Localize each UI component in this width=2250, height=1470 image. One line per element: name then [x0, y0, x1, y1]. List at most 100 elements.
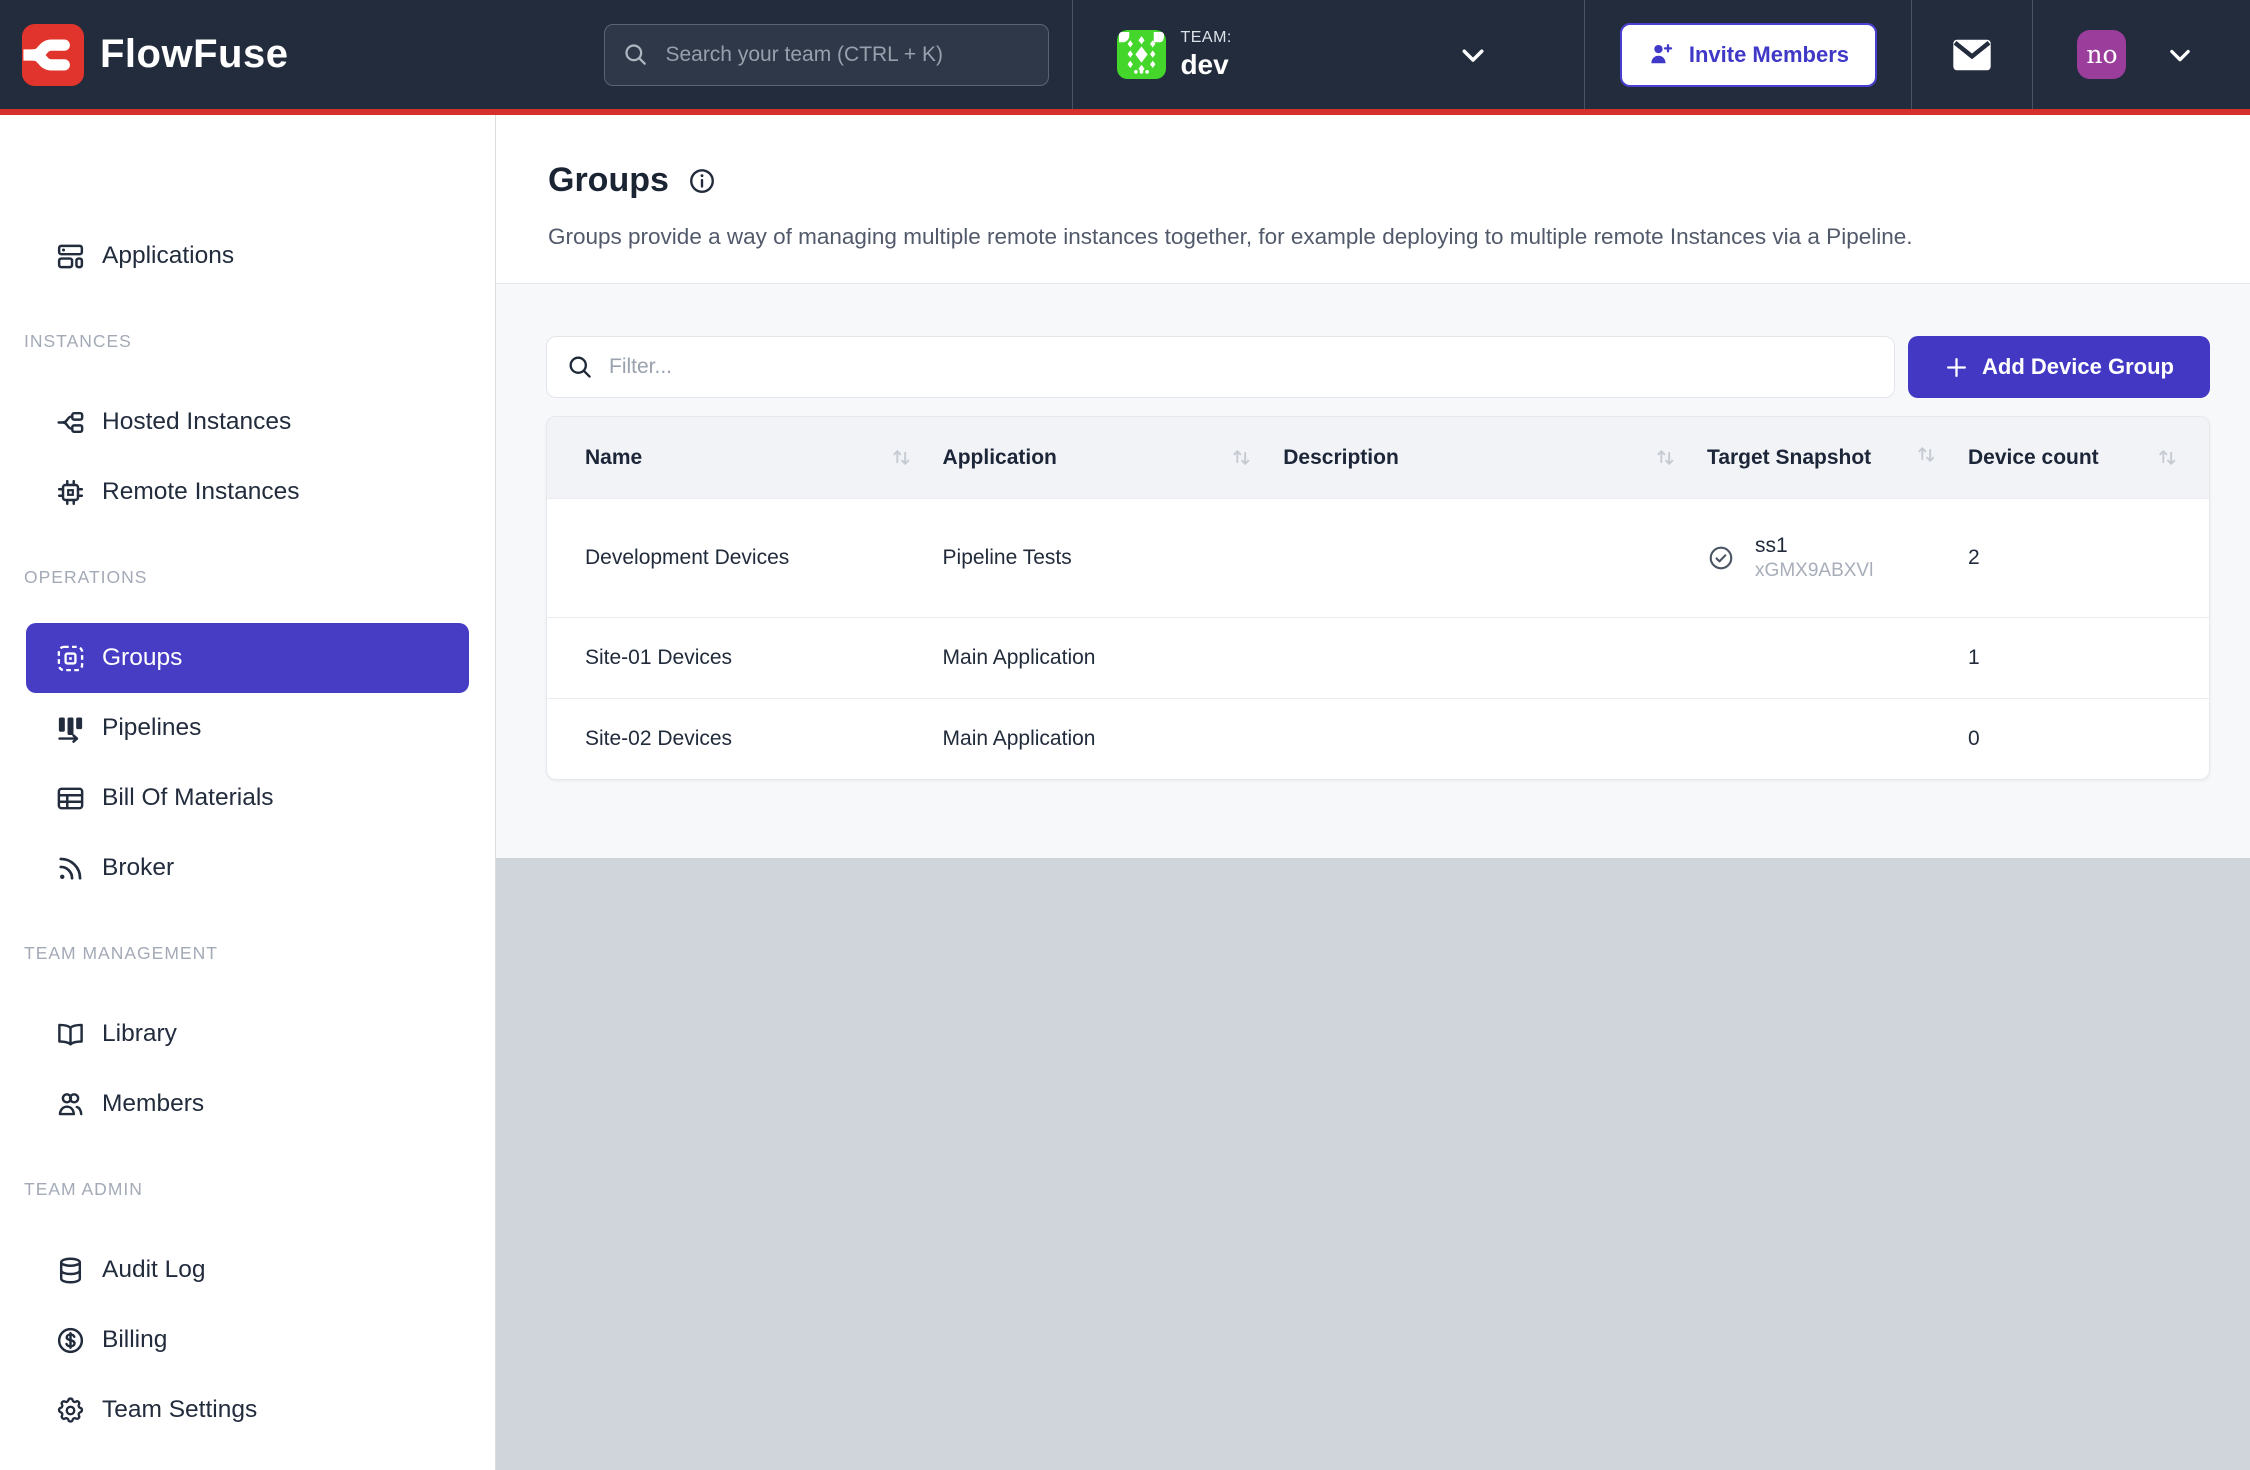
sidebar-item-label: Members	[102, 1090, 204, 1118]
notifications-section	[1911, 0, 2032, 109]
sidebar-item-team-settings[interactable]: Team Settings	[26, 1375, 469, 1445]
team-search[interactable]	[604, 24, 1049, 86]
sidebar-item-label: Billing	[102, 1326, 167, 1354]
cell-name: Site-02 Devices	[547, 699, 943, 780]
gear-icon	[55, 1395, 86, 1426]
cell-device-count: 1	[1968, 618, 2209, 699]
team-selector[interactable]: TEAM: dev	[1072, 0, 1584, 109]
applications-icon	[55, 241, 86, 272]
info-icon[interactable]	[687, 166, 717, 196]
user-add-icon	[1648, 41, 1675, 68]
chevron-down-icon[interactable]	[1458, 40, 1488, 70]
team-avatar	[1117, 30, 1166, 79]
groups-panel: Add Device Group Name	[496, 284, 2250, 858]
cell-name: Site-01 Devices	[547, 618, 943, 699]
cell-application: Main Application	[943, 699, 1284, 780]
sidebar-section-instances: INSTANCES	[0, 329, 495, 353]
plus-icon	[1944, 355, 1969, 380]
sidebar-item-label: Applications	[102, 242, 234, 270]
sidebar-item-members[interactable]: Members	[26, 1069, 469, 1139]
check-circle-icon	[1707, 544, 1735, 572]
cell-name: Development Devices	[547, 499, 943, 618]
sidebar-item-broker[interactable]: Broker	[26, 833, 469, 903]
column-header-application[interactable]: Application	[943, 417, 1284, 499]
flowfuse-logo[interactable]: FlowFuse	[22, 24, 288, 86]
sort-icon	[1915, 443, 1938, 466]
sidebar-item-remote-instances[interactable]: Remote Instances	[26, 457, 469, 527]
library-icon	[55, 1019, 86, 1050]
team-label: TEAM:	[1180, 29, 1231, 47]
table-row[interactable]: Development Devices Pipeline Tests ss1	[547, 499, 2209, 618]
sidebar-item-hosted-instances[interactable]: Hosted Instances	[26, 387, 469, 457]
cell-application: Main Application	[943, 618, 1284, 699]
sidebar-item-bill-of-materials[interactable]: Bill Of Materials	[26, 763, 469, 833]
cell-description	[1283, 618, 1707, 699]
sidebar-item-label: Bill Of Materials	[102, 784, 274, 812]
cell-description	[1283, 699, 1707, 780]
invite-members-button[interactable]: Invite Members	[1620, 23, 1877, 87]
team-name: dev	[1180, 49, 1231, 81]
cell-device-count: 2	[1968, 499, 2209, 618]
flowfuse-logo-icon	[22, 24, 84, 86]
mail-icon[interactable]	[1951, 38, 1993, 72]
empty-background	[496, 858, 2250, 1470]
filter-field[interactable]	[546, 336, 1895, 398]
sidebar-item-audit-log[interactable]: Audit Log	[26, 1235, 469, 1305]
remote-instances-icon	[55, 477, 86, 508]
sidebar-item-label: Broker	[102, 854, 174, 882]
sidebar-section-team-management: TEAM MANAGEMENT	[0, 941, 495, 965]
cell-target-snapshot: ss1 xGMX9ABXVl	[1707, 499, 1968, 618]
sidebar-item-library[interactable]: Library	[26, 999, 469, 1069]
groups-icon	[55, 643, 86, 674]
user-menu[interactable]: no	[2032, 0, 2250, 109]
pipelines-icon	[55, 713, 86, 744]
page-description: Groups provide a way of managing multipl…	[548, 224, 2210, 250]
broker-icon	[55, 853, 86, 884]
column-header-name[interactable]: Name	[547, 417, 943, 499]
snapshot-name: ss1	[1755, 533, 1873, 559]
sidebar-item-label: Hosted Instances	[102, 408, 291, 436]
top-navbar: FlowFuse TEAM: dev	[0, 0, 2250, 115]
sidebar-item-label: Audit Log	[102, 1256, 206, 1284]
sidebar: Applications INSTANCES Hosted Instances …	[0, 115, 496, 1470]
search-icon	[566, 353, 594, 381]
sidebar-item-label: Remote Instances	[102, 478, 299, 506]
cell-application: Pipeline Tests	[943, 499, 1284, 618]
user-avatar[interactable]: no	[2077, 30, 2126, 79]
bill-of-materials-icon	[55, 783, 86, 814]
add-device-group-label: Add Device Group	[1982, 354, 2174, 380]
groups-table: Name Application Description	[547, 417, 2209, 779]
sidebar-item-billing[interactable]: Billing	[26, 1305, 469, 1375]
column-header-target-snapshot[interactable]: Target Snapshot	[1707, 417, 1968, 499]
column-header-description[interactable]: Description	[1283, 417, 1707, 499]
sidebar-item-groups[interactable]: Groups	[26, 623, 469, 693]
brand-name: FlowFuse	[100, 32, 288, 77]
cell-device-count: 0	[1968, 699, 2209, 780]
search-input[interactable]	[604, 24, 1049, 86]
filter-input[interactable]	[546, 336, 1895, 398]
audit-log-icon	[55, 1255, 86, 1286]
cell-target-snapshot	[1707, 618, 1968, 699]
cell-description	[1283, 499, 1707, 618]
page-title: Groups	[548, 161, 669, 200]
sort-icon	[2156, 446, 2179, 469]
sidebar-item-applications[interactable]: Applications	[26, 221, 469, 291]
sidebar-section-operations: OPERATIONS	[0, 565, 495, 589]
sidebar-section-team-admin: TEAM ADMIN	[0, 1177, 495, 1201]
table-row[interactable]: Site-01 Devices Main Application 1	[547, 618, 2209, 699]
column-header-device-count[interactable]: Device count	[1968, 417, 2209, 499]
sidebar-item-pipelines[interactable]: Pipelines	[26, 693, 469, 763]
sort-icon	[1230, 446, 1253, 469]
sidebar-item-label: Team Settings	[102, 1396, 257, 1424]
groups-table-card: Name Application Description	[546, 416, 2210, 780]
main-content: Groups Groups provide a way of managing …	[496, 115, 2250, 1470]
sort-icon	[890, 446, 913, 469]
chevron-down-icon[interactable]	[2166, 41, 2194, 69]
invite-members-label: Invite Members	[1689, 42, 1849, 68]
add-device-group-button[interactable]: Add Device Group	[1908, 336, 2210, 398]
members-icon	[55, 1089, 86, 1120]
table-row[interactable]: Site-02 Devices Main Application 0	[547, 699, 2209, 780]
cell-target-snapshot	[1707, 699, 1968, 780]
sort-icon	[1654, 446, 1677, 469]
sidebar-item-label: Pipelines	[102, 714, 201, 742]
